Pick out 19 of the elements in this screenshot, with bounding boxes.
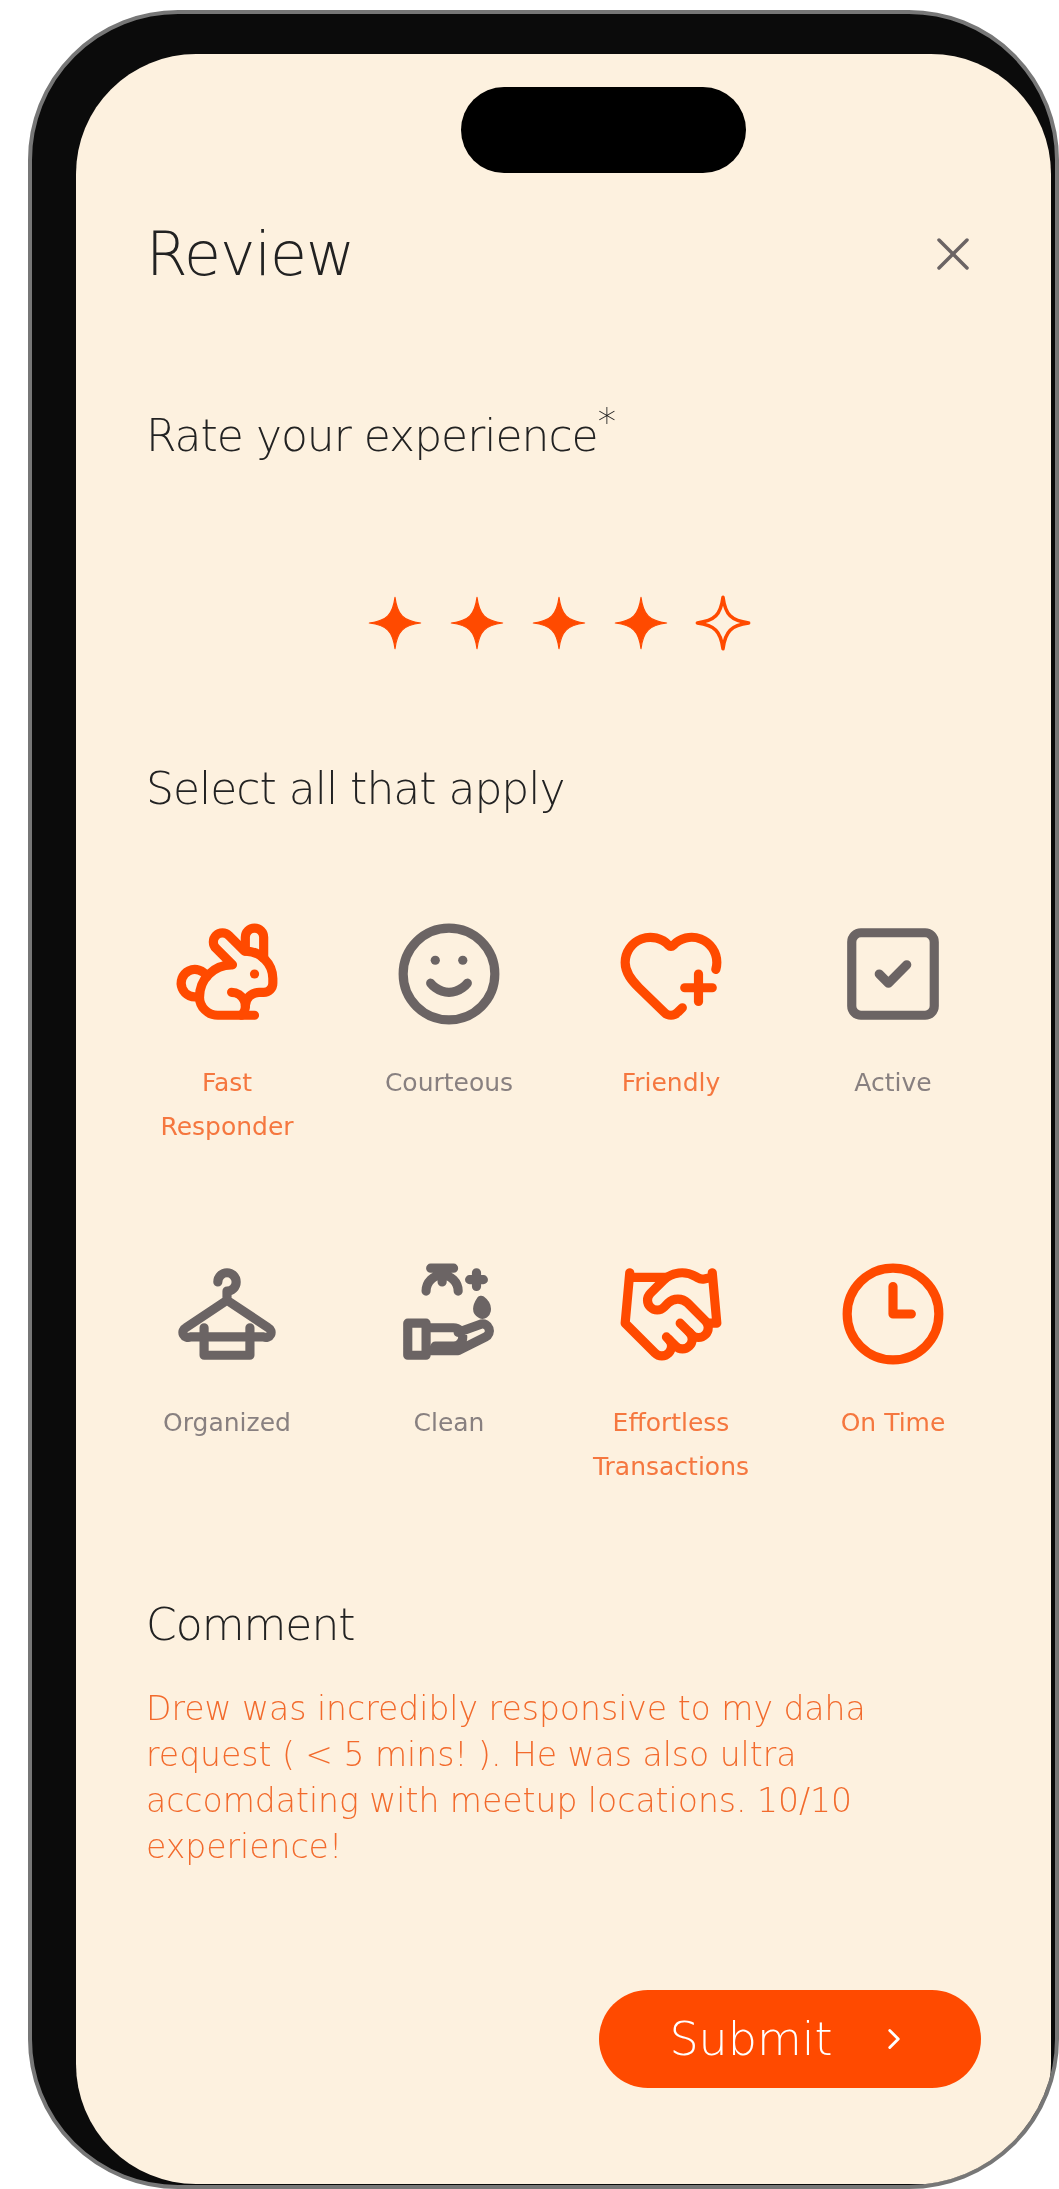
comment-text[interactable]: Drew was incredibly responsive to my daha request ( < 5 mins! ). He was also ultra accomdating with meetup locations. 10/10 experience! xyxy=(146,1685,931,1870)
attribute-option[interactable]: On Time xyxy=(782,1258,1004,1489)
star-icon[interactable] xyxy=(530,594,587,651)
section-heading: Select all that apply xyxy=(146,762,566,814)
attribute-option[interactable]: Organized xyxy=(116,1258,338,1489)
submit-button[interactable]: Submit xyxy=(599,1989,981,2088)
attribute-option[interactable]: Effortless Transactions xyxy=(560,1258,782,1489)
page-title: Review xyxy=(146,219,355,289)
star-icon[interactable] xyxy=(448,594,505,651)
star-icon[interactable] xyxy=(366,594,423,651)
rating-label: Rate your experience$^{*}$ xyxy=(146,401,616,461)
star-icon[interactable] xyxy=(694,594,751,651)
attribute-option[interactable]: Active xyxy=(782,918,1004,1149)
attribute-option[interactable]: Clean xyxy=(338,1258,560,1489)
attribute-option[interactable]: Fast Responder xyxy=(116,918,338,1149)
comment-heading: Comment xyxy=(146,1598,356,1650)
attribute-option[interactable]: Courteous xyxy=(338,918,560,1149)
attribute-option[interactable]: Friendly xyxy=(560,918,782,1149)
star-icon[interactable] xyxy=(612,594,669,651)
